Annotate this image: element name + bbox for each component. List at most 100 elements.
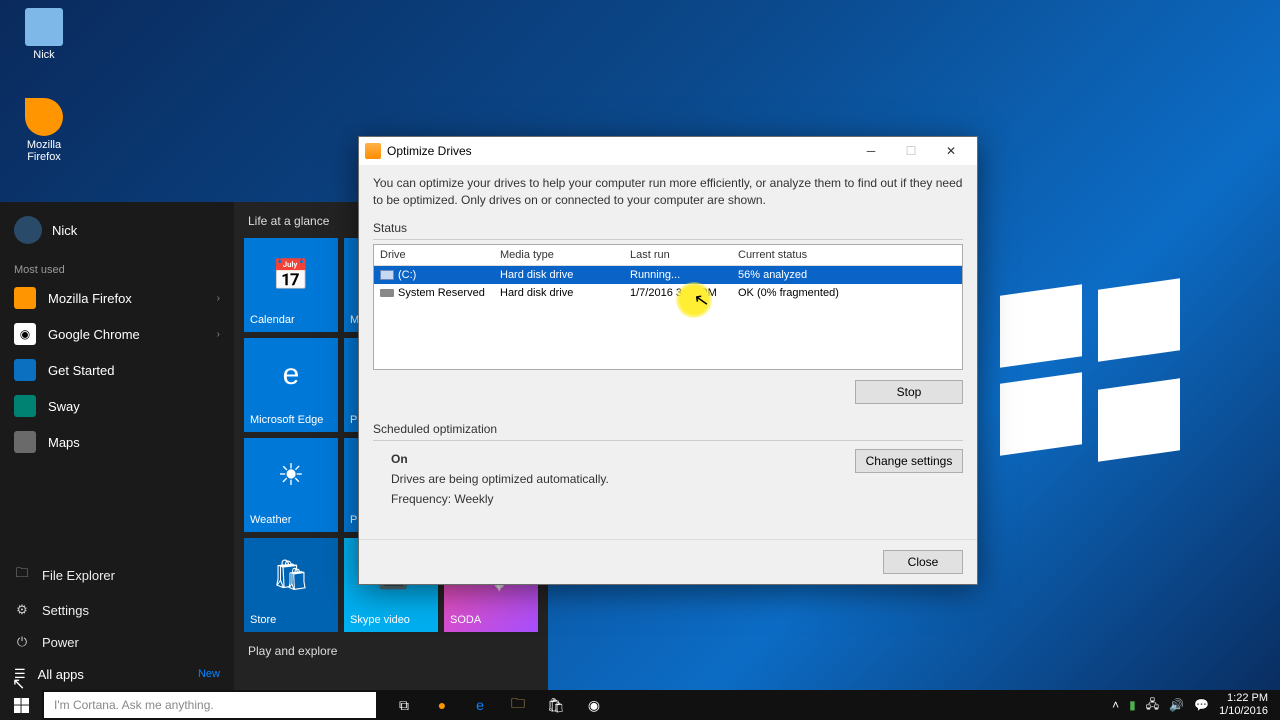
file-explorer-item[interactable]: 🗀 File Explorer xyxy=(0,556,234,594)
tile-label: Calendar xyxy=(250,314,332,326)
tile-label: Skype video xyxy=(350,614,432,626)
divider xyxy=(373,239,963,240)
taskbar-store[interactable]: 🛍 xyxy=(540,690,572,720)
drives-grid[interactable]: Drive Media type Last run Current status… xyxy=(373,244,963,370)
sched-on: On xyxy=(391,452,408,466)
app-label: Mozilla Firefox xyxy=(48,291,132,306)
most-used-label: Most used xyxy=(0,258,234,280)
chrome-icon: ◉ xyxy=(14,323,36,345)
clock-date: 1/10/2016 xyxy=(1219,705,1268,718)
taskbar-edge[interactable]: e xyxy=(464,690,496,720)
dialog-description: You can optimize your drives to help you… xyxy=(373,175,963,209)
app-label: Sway xyxy=(48,399,80,414)
stop-button[interactable]: Stop xyxy=(855,380,963,404)
gear-icon: ⚙ xyxy=(14,602,30,618)
tile-store[interactable]: 🛍Store xyxy=(244,538,338,632)
start-button[interactable] xyxy=(0,690,42,720)
edge-icon: e xyxy=(283,358,300,392)
change-settings-button[interactable]: Change settings xyxy=(855,449,963,473)
list-icon: ☰ xyxy=(14,666,26,682)
tile-label: Microsoft Edge xyxy=(250,414,332,426)
tile-weather[interactable]: ☀ Weather xyxy=(244,438,338,532)
start-user[interactable]: Nick xyxy=(0,202,234,258)
sched-label: Scheduled optimization xyxy=(373,422,963,436)
windows-icon xyxy=(14,698,29,713)
status-label: Status xyxy=(373,221,963,235)
taskbar-firefox[interactable]: ● xyxy=(426,690,458,720)
cell: OK (0% fragmented) xyxy=(732,284,962,302)
grid-header: Drive Media type Last run Current status xyxy=(374,245,962,266)
close-button[interactable]: ✕ xyxy=(931,137,971,165)
tile-edge[interactable]: e Microsoft Edge xyxy=(244,338,338,432)
sys-label: Settings xyxy=(42,603,89,618)
app-label: Google Chrome xyxy=(48,327,140,342)
tray-battery-icon[interactable]: ▮ xyxy=(1129,698,1136,712)
taskbar-clock[interactable]: 1:22 PM 1/10/2016 xyxy=(1219,692,1272,717)
col-drive[interactable]: Drive xyxy=(374,245,494,265)
task-view-button[interactable]: ⧉ xyxy=(388,690,420,720)
taskbar-file-explorer[interactable]: 🗀 xyxy=(502,690,534,720)
start-left: Nick Most used Mozilla Firefox › ◉ Google … xyxy=(0,202,234,690)
sway-icon xyxy=(14,395,36,417)
app-item-firefox[interactable]: Mozilla Firefox › xyxy=(0,280,234,316)
app-item-maps[interactable]: Maps xyxy=(0,424,234,460)
tile-calendar[interactable]: 📅 Calendar xyxy=(244,238,338,332)
app-item-chrome[interactable]: ◉Google Chrome› xyxy=(0,316,234,352)
tray-volume-icon[interactable]: 🔊 xyxy=(1169,698,1184,712)
calendar-icon: 📅 xyxy=(272,258,309,293)
cell: (C:) xyxy=(398,269,416,281)
sched-freq: Frequency: Weekly xyxy=(391,492,494,506)
desktop-icon-label: Nick xyxy=(14,49,74,61)
play-label: Play and explore xyxy=(244,644,538,658)
col-last[interactable]: Last run xyxy=(624,245,732,265)
col-media[interactable]: Media type xyxy=(494,245,624,265)
start-user-name: Nick xyxy=(52,223,77,238)
settings-item[interactable]: ⚙ Settings xyxy=(0,594,234,626)
sys-label: Power xyxy=(42,635,79,650)
clock-time: 1:22 PM xyxy=(1219,692,1268,705)
cell: System Reserved xyxy=(398,287,485,299)
avatar-icon xyxy=(14,216,42,244)
app-label: Maps xyxy=(48,435,80,450)
maximize-button[interactable]: ☐ xyxy=(891,137,931,165)
desktop-icon-firefox[interactable]: Mozilla Firefox xyxy=(14,98,74,163)
sched-info: On Drives are being optimized automatica… xyxy=(391,449,609,510)
close-dialog-button[interactable]: Close xyxy=(883,550,963,574)
chevron-right-icon: › xyxy=(217,293,220,304)
windows-logo-bg xyxy=(1000,290,1180,450)
cell: Hard disk drive xyxy=(494,284,624,302)
optimize-drives-dialog: Optimize Drives ─ ☐ ✕ You can optimize y… xyxy=(358,136,978,585)
dialog-title: Optimize Drives xyxy=(387,144,472,158)
taskbar-chrome[interactable]: ◉ xyxy=(578,690,610,720)
file-explorer-icon: 🗀 xyxy=(14,564,30,586)
new-badge: New xyxy=(198,668,220,680)
cortana-search[interactable]: I'm Cortana. Ask me anything. xyxy=(44,692,376,718)
tray-chevron-icon[interactable]: ˄ xyxy=(1112,698,1119,712)
tile-label: SODA xyxy=(450,614,532,626)
firefox-icon xyxy=(14,287,36,309)
power-item[interactable]: ⏻Power xyxy=(0,626,234,658)
dialog-titlebar[interactable]: Optimize Drives ─ ☐ ✕ xyxy=(359,137,977,165)
desktop-icon-user[interactable]: Nick xyxy=(14,8,74,61)
tile-label: Weather xyxy=(250,514,332,526)
app-label: Get Started xyxy=(48,363,114,378)
all-apps-item[interactable]: ☰ All apps New xyxy=(0,658,234,690)
weather-icon: ☀ xyxy=(278,458,305,493)
maps-icon xyxy=(14,431,36,453)
getstarted-icon xyxy=(14,359,36,381)
sys-label: All apps xyxy=(38,667,84,682)
col-status[interactable]: Current status xyxy=(732,245,962,265)
minimize-button[interactable]: ─ xyxy=(851,137,891,165)
defrag-icon xyxy=(365,143,381,159)
drive-row-sysres[interactable]: System Reserved Hard disk drive 1/7/2016… xyxy=(374,284,962,302)
tile-label: Store xyxy=(250,614,332,626)
drive-row-c[interactable]: (C:) Hard disk drive Running... 56% anal… xyxy=(374,266,962,284)
app-item-sway[interactable]: Sway xyxy=(0,388,234,424)
cell: 1/7/2016 3:04 PM xyxy=(624,284,732,302)
cell: Hard disk drive xyxy=(494,266,624,284)
sched-msg: Drives are being optimized automatically… xyxy=(391,472,609,486)
app-item-getstarted[interactable]: Get Started xyxy=(0,352,234,388)
tray-network-icon[interactable]: 🖧 xyxy=(1146,695,1159,716)
sys-label: File Explorer xyxy=(42,568,115,583)
tray-action-center-icon[interactable]: 💬 xyxy=(1194,698,1209,712)
